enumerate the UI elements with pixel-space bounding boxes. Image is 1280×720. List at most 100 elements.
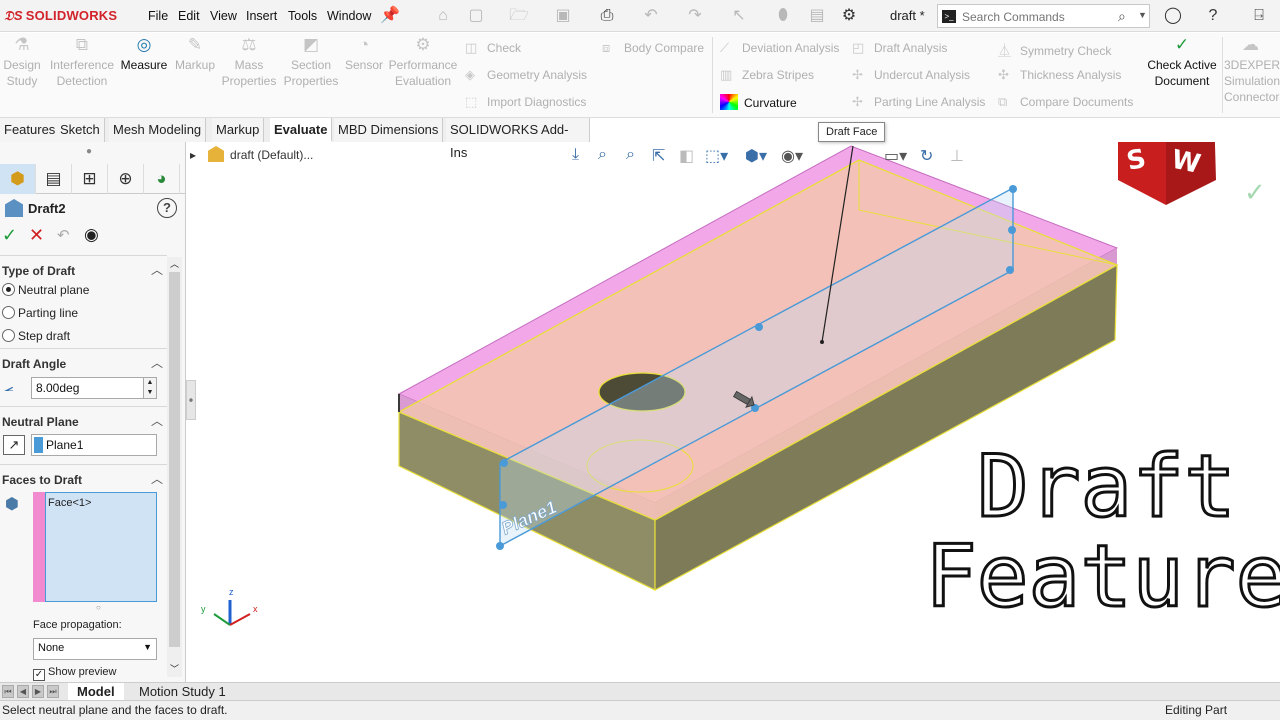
menu-edit[interactable]: Edit [178,9,200,23]
search-commands-box[interactable]: >_ ⌕ ▼ [937,4,1150,28]
undo-icon[interactable]: ↶ [640,5,662,27]
new-document-icon[interactable]: ▢ [465,5,487,27]
next-tab-icon[interactable]: ▶ [32,685,44,698]
search-icon[interactable]: ⌕ [1118,8,1126,25]
prev-tab-icon[interactable]: ◀ [17,685,29,698]
zoom-to-fit-icon[interactable]: ⌕ [598,146,607,164]
select-icon[interactable]: ↖ [728,5,750,27]
redo-icon[interactable]: ↷ [684,5,706,27]
curvature-button[interactable]: Curvature [720,94,797,110]
section-properties-button[interactable]: ◩ Section Properties [282,35,340,89]
scroll-down-icon[interactable]: ﹀ [170,662,179,675]
check-button[interactable]: ◫ Check [465,40,521,56]
markup-button[interactable]: ✎ Markup [172,35,218,73]
compare-documents-button[interactable]: ⧉ Compare Documents [998,94,1133,110]
radio-neutral-plane[interactable]: Neutral plane [2,283,89,297]
panel-collapse-handle[interactable]: ⦁ [186,380,196,420]
draft-angle-input[interactable] [31,377,144,399]
collapse-chevron-icon[interactable]: ︿ [151,412,163,429]
configuration-manager-tab[interactable]: ⊞ [72,164,108,194]
plane-handle[interactable] [755,323,763,331]
zebra-stripes-button[interactable]: ▥ Zebra Stripes [720,67,814,83]
scrollbar-thumb[interactable] [169,272,180,647]
tab-mesh-modeling[interactable]: Mesh Modeling [109,118,207,142]
radio-parting-line[interactable]: Parting line [2,306,78,320]
print-icon[interactable]: ⎙ [596,5,618,27]
list-resize-grip[interactable]: ○ [96,603,101,612]
display-style-icon[interactable]: ⬢▾ [745,146,767,166]
plane-handle[interactable] [1006,266,1014,274]
neutral-plane-field[interactable]: Plane1 [31,434,157,456]
undercut-analysis-button[interactable]: ✢ Undercut Analysis [852,67,970,83]
plane-handle[interactable] [499,501,507,509]
menu-insert[interactable]: Insert [246,9,277,23]
interference-detection-button[interactable]: ⧉ Interference Detection [48,35,116,89]
thickness-analysis-button[interactable]: ✣ Thickness Analysis [998,67,1121,83]
plane-handle[interactable] [1008,226,1016,234]
list-item[interactable]: Face<1> [48,497,91,509]
view-orientation-icon[interactable]: ⤓ [572,146,579,164]
options-gear-icon[interactable]: ⚙ [838,5,860,27]
pin-icon[interactable]: 📌 [379,5,401,27]
plane-handle[interactable] [1009,185,1017,193]
tab-motion-study-1[interactable]: Motion Study 1 [130,683,235,701]
plane-handle[interactable] [500,459,508,467]
menu-view[interactable]: View [210,9,237,23]
menu-window[interactable]: Window [327,9,371,23]
measure-button[interactable]: ◎ Measure [119,35,169,73]
chevron-down-icon[interactable]: ▼ [1138,10,1147,20]
deviation-analysis-button[interactable]: ⟋ Deviation Analysis [720,40,839,56]
panel-scrollbar[interactable]: ︿ ﹀ [167,257,182,677]
rebuild-icon[interactable]: ⬮ [772,5,794,27]
collapse-chevron-icon[interactable]: ︿ [151,261,163,278]
apply-scene-icon[interactable]: ⊥ [950,146,964,166]
ok-check-icon[interactable]: ✓ [2,225,17,246]
undo-icon[interactable]: ↶ [57,226,70,244]
menu-tools[interactable]: Tools [288,9,317,23]
parting-line-analysis-button[interactable]: ✢ Parting Line Analysis [852,94,985,110]
design-study-button[interactable]: ⚗ Design Study [2,35,42,89]
view-selector-icon[interactable]: ⬚▾ [705,146,728,166]
show-preview-checkbox[interactable]: ✓ Show preview [33,666,116,681]
rotate-view-icon[interactable]: ↻ [920,146,933,166]
property-manager-tab[interactable]: ▤ [36,164,72,194]
reverse-direction-icon[interactable]: ↗ [3,435,25,455]
last-tab-icon[interactable]: ⏭ [47,685,59,698]
menu-file[interactable]: File [148,9,168,23]
draft-analysis-button[interactable]: ◰ Draft Analysis [852,40,947,56]
detailed-preview-eye-icon[interactable]: ◉ [84,225,99,245]
body-compare-button[interactable]: ⧈ Body Compare [602,40,704,56]
user-account-icon[interactable]: ◯ [1162,5,1184,27]
open-icon[interactable]: 🗁 [508,5,530,27]
confirm-check-icon[interactable]: ✓ [1244,178,1266,208]
first-tab-icon[interactable]: ⏮ [2,685,14,698]
solidworks-logo[interactable]: 𝔇S SOLIDWORKS [4,8,117,24]
angle-spinner[interactable]: ▲ ▼ [143,377,157,399]
radio-step-draft[interactable]: Step draft [2,329,70,343]
sensor-button[interactable]: ◔ Sensor [343,35,385,73]
performance-evaluation-button[interactable]: ⚙ Performance Evaluation [387,35,459,89]
home-icon[interactable]: ⌂ [432,5,454,27]
previous-view-icon[interactable]: ⇱ [652,146,665,166]
collapse-chevron-icon[interactable]: ︿ [151,354,163,371]
section-view-icon[interactable]: ◧ [679,146,694,166]
display-manager-tab[interactable]: ◕ [144,164,180,194]
help-icon[interactable]: ? [157,198,177,218]
feature-manager-tab[interactable]: ⬢ [0,164,36,194]
file-properties-icon[interactable]: ▤ [806,5,828,27]
view-settings-icon[interactable]: ▭▾ [884,146,907,166]
dimxpert-manager-tab[interactable]: ⊕ [108,164,144,194]
cancel-x-icon[interactable]: ✕ [29,225,44,246]
tab-solidworks-add-ins[interactable]: SOLIDWORKS Add-Ins [446,118,590,160]
tab-features[interactable]: Features [0,118,61,142]
panel-grip-icon[interactable]: ● [86,146,92,157]
tab-evaluate[interactable]: Evaluate [270,118,333,142]
geometry-analysis-button[interactable]: ◈ Geometry Analysis [465,67,587,83]
zoom-to-area-icon[interactable]: ⌕ [626,146,635,164]
import-diagnostics-button[interactable]: ⬚ Import Diagnostics [465,94,586,110]
3dexperience-simulation-connector-button[interactable]: ☁3DEXPERIENCE Simulation Connector [1224,35,1280,105]
plane-handle[interactable] [496,542,504,550]
hide-show-icon[interactable]: ◉▾ [781,146,803,166]
help-icon[interactable]: ? [1202,5,1224,27]
face-propagation-select[interactable]: None ▼ [33,638,157,660]
